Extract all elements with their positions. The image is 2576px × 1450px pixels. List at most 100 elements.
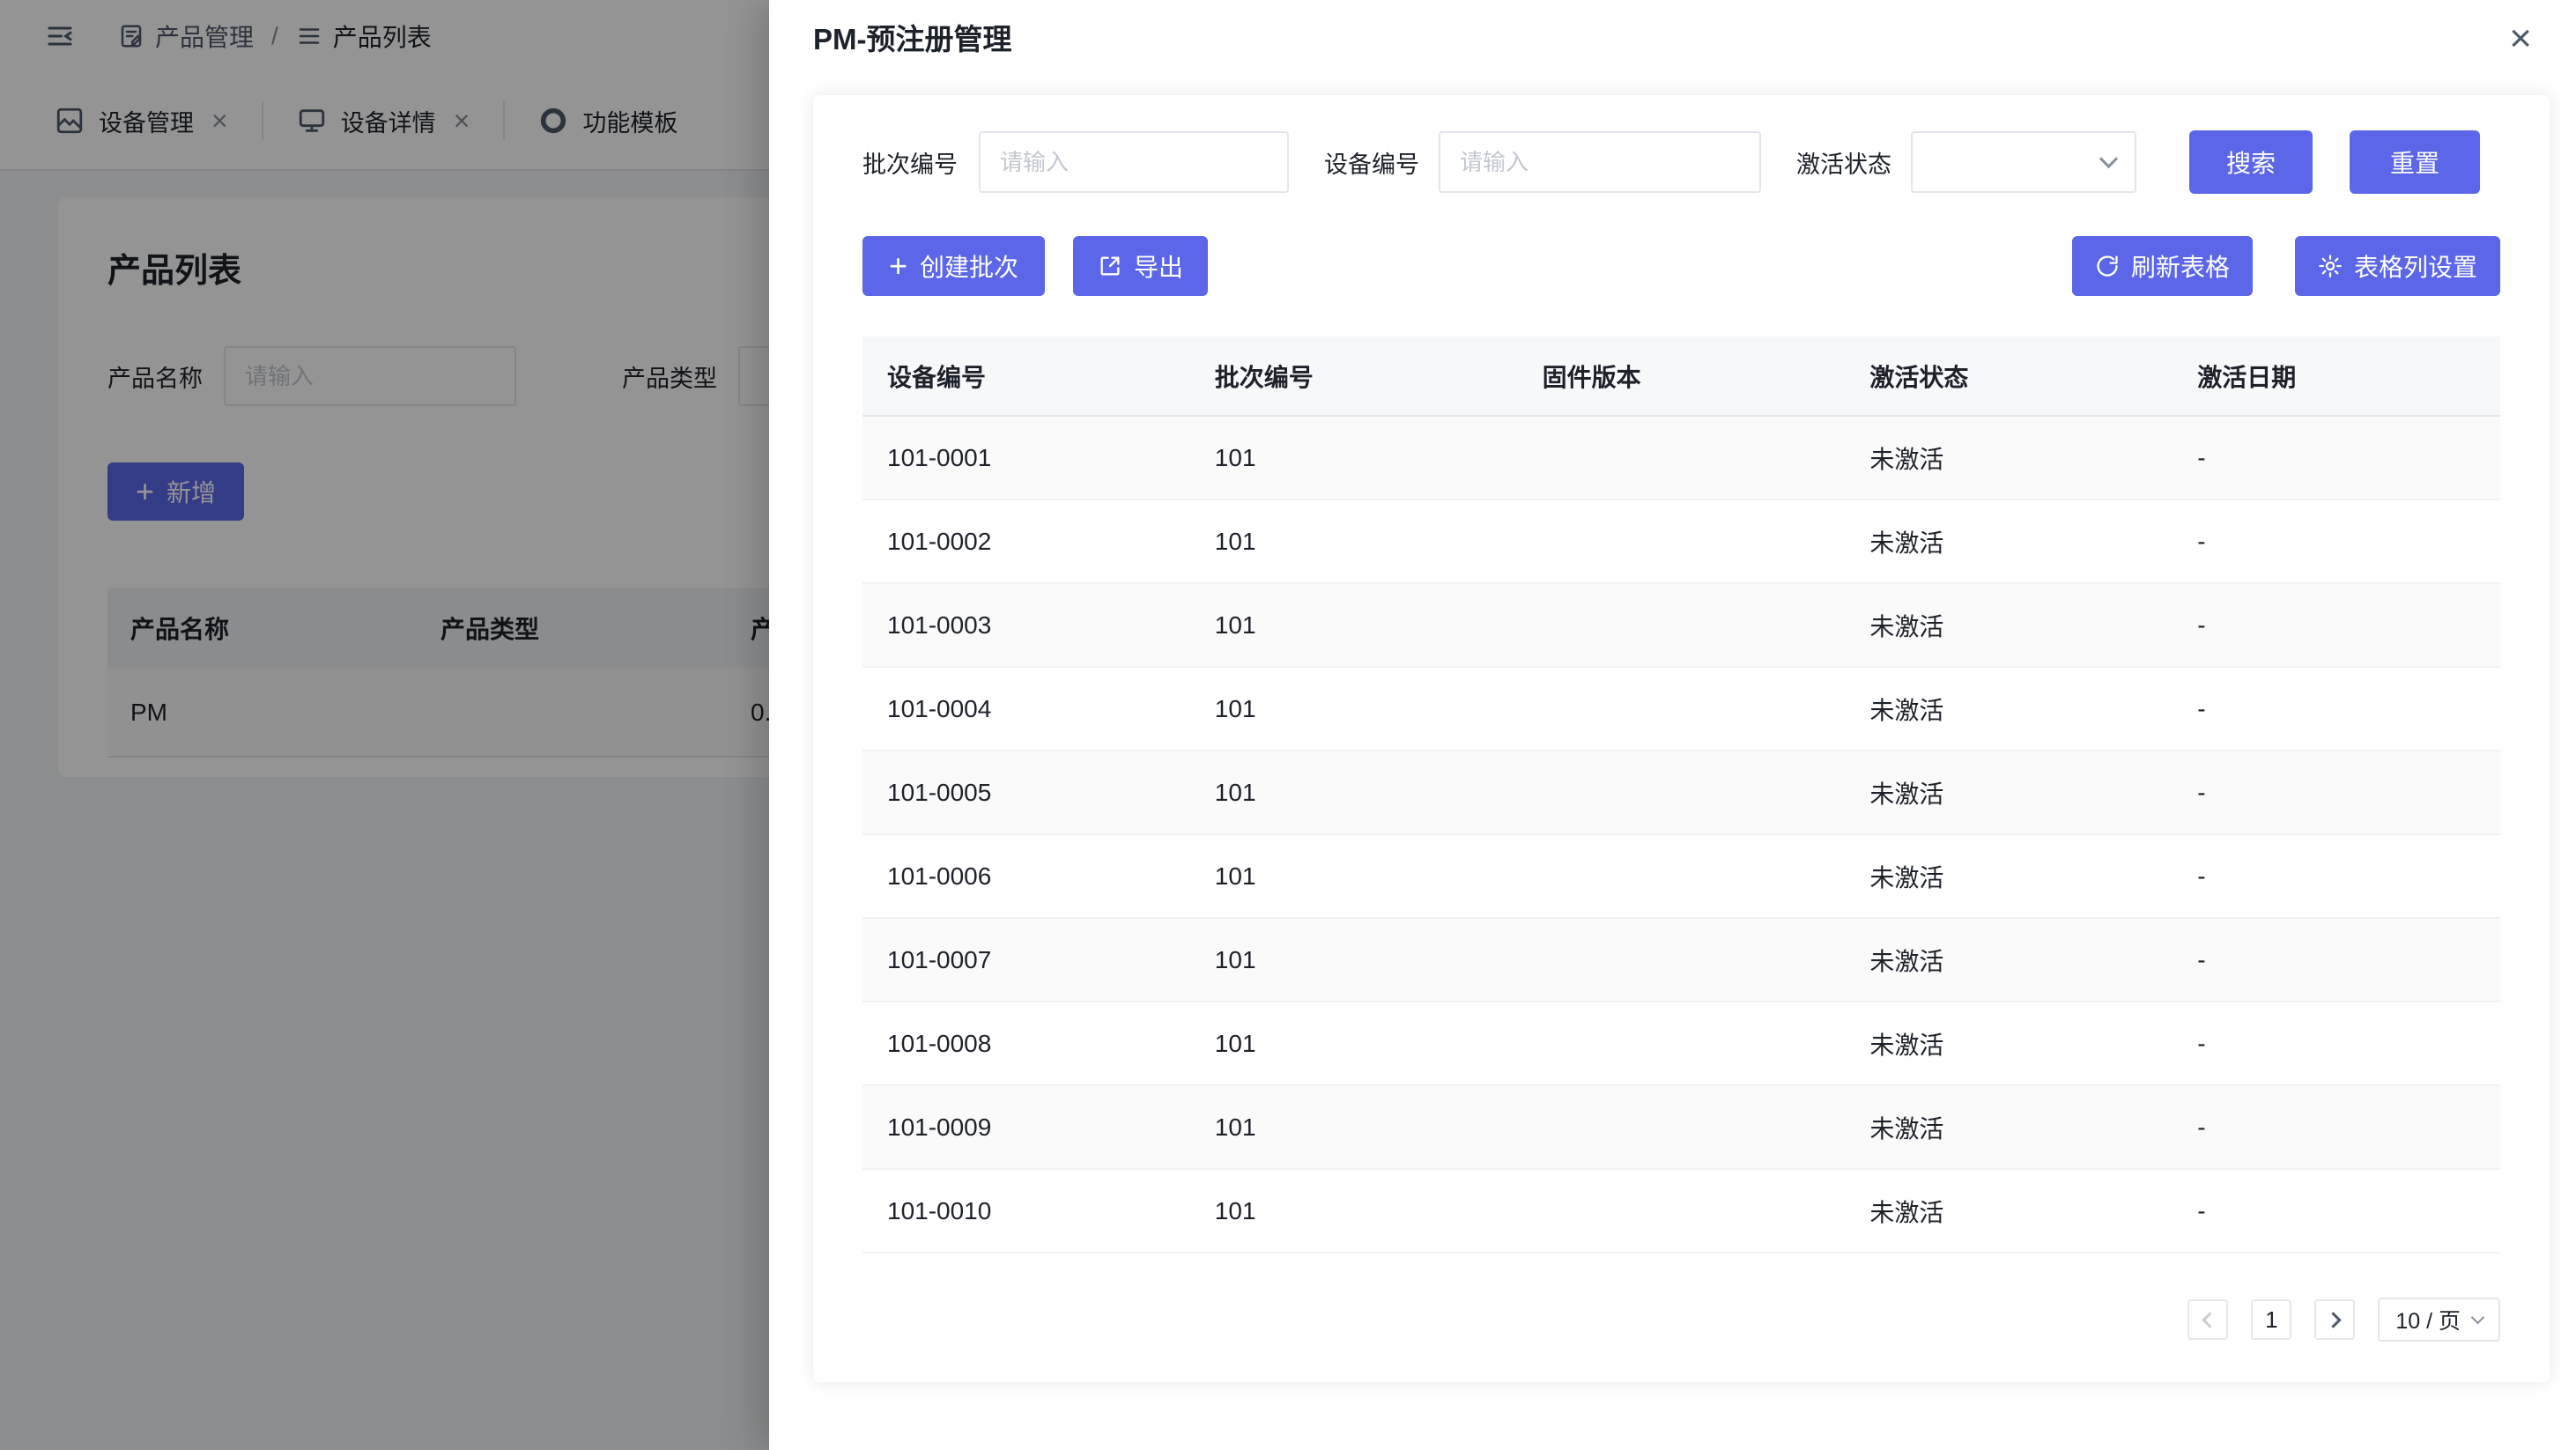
column-header: 设备编号 [862, 337, 1190, 416]
batch-number-cell: 101 [1190, 499, 1518, 583]
drawer-header: PM-预注册管理 × [769, 0, 2576, 60]
page-number-button[interactable]: 1 [2251, 1299, 2291, 1340]
firmware-version-cell [1518, 918, 1846, 1002]
table-row[interactable]: 101-0007 101 未激活 - [862, 918, 2500, 1002]
column-settings-label: 表格列设置 [2354, 248, 2477, 284]
batch-number-cell: 101 [1190, 416, 1518, 499]
activation-date-cell: - [2173, 499, 2500, 583]
activation-status-cell: 未激活 [1845, 583, 2173, 667]
device-table: 设备编号批次编号固件版本激活状态激活日期 101-0001 101 未激活 - [862, 337, 2500, 1254]
refresh-label: 刷新表格 [2131, 248, 2230, 284]
batch-number-cell: 101 [1190, 918, 1518, 1002]
activation-status-cell: 未激活 [1845, 834, 2173, 918]
gear-icon [2318, 254, 2343, 278]
activation-date-cell: - [2173, 918, 2500, 1002]
column-header: 激活日期 [2173, 337, 2500, 416]
device-number-cell: 101-0006 [862, 834, 1190, 918]
firmware-version-cell [1518, 499, 1846, 583]
chevron-left-icon [2202, 1312, 2217, 1328]
create-batch-button[interactable]: + 创建批次 [862, 236, 1045, 296]
action-row: + 创建批次 导出 刷新表格 [862, 236, 2500, 296]
device-number-cell: 101-0009 [862, 1085, 1190, 1169]
close-icon[interactable]: × [2509, 19, 2532, 58]
firmware-version-cell [1518, 751, 1846, 834]
batch-number-cell: 101 [1190, 1002, 1518, 1085]
export-label: 导出 [1134, 248, 1183, 284]
device-number-cell: 101-0010 [862, 1169, 1190, 1253]
batch-number-cell: 101 [1190, 667, 1518, 751]
drawer-title: PM-预注册管理 [813, 19, 1012, 60]
table-row[interactable]: 101-0003 101 未激活 - [862, 583, 2500, 667]
activation-date-cell: - [2173, 1169, 2500, 1253]
firmware-version-cell [1518, 1085, 1846, 1169]
table-row[interactable]: 101-0008 101 未激活 - [862, 1002, 2500, 1085]
device-number-label: 设备编号 [1324, 145, 1419, 180]
firmware-version-cell [1518, 1169, 1846, 1253]
table-row[interactable]: 101-0004 101 未激活 - [862, 667, 2500, 751]
activation-date-cell: - [2173, 1085, 2500, 1169]
activation-status-select[interactable] [1911, 131, 2136, 193]
export-button[interactable]: 导出 [1073, 236, 1208, 296]
export-icon [1098, 254, 1122, 278]
table-row[interactable]: 101-0002 101 未激活 - [862, 499, 2500, 583]
column-header: 激活状态 [1845, 337, 2173, 416]
firmware-version-cell [1518, 1002, 1846, 1085]
batch-number-cell: 101 [1190, 751, 1518, 834]
device-number-cell: 101-0005 [862, 751, 1190, 834]
column-settings-button[interactable]: 表格列设置 [2295, 236, 2500, 296]
activation-status-cell: 未激活 [1845, 1085, 2173, 1169]
plus-icon: + [889, 250, 907, 282]
reset-button[interactable]: 重置 [2350, 130, 2480, 194]
batch-number-cell: 101 [1190, 834, 1518, 918]
activation-date-cell: - [2173, 667, 2500, 751]
batch-number-cell: 101 [1190, 1169, 1518, 1253]
refresh-icon [2095, 254, 2120, 278]
activation-status-label: 激活状态 [1796, 145, 1891, 180]
device-number-cell: 101-0007 [862, 918, 1190, 1002]
firmware-version-cell [1518, 667, 1846, 751]
batch-number-cell: 101 [1190, 1085, 1518, 1169]
column-header: 固件版本 [1518, 337, 1846, 416]
table-row[interactable]: 101-0010 101 未激活 - [862, 1169, 2500, 1253]
activation-date-cell: - [2173, 1002, 2500, 1085]
activation-date-cell: - [2173, 416, 2500, 499]
table-row[interactable]: 101-0001 101 未激活 - [862, 416, 2500, 499]
activation-date-cell: - [2173, 834, 2500, 918]
activation-date-cell: - [2173, 583, 2500, 667]
activation-status-cell: 未激活 [1845, 499, 2173, 583]
table-row[interactable]: 101-0006 101 未激活 - [862, 834, 2500, 918]
chevron-down-icon [2471, 1310, 2485, 1324]
table-row[interactable]: 101-0005 101 未激活 - [862, 751, 2500, 834]
device-number-cell: 101-0001 [862, 416, 1190, 499]
batch-number-input[interactable] [979, 131, 1289, 193]
firmware-version-cell [1518, 583, 1846, 667]
page-size-value: 10 / 页 [2395, 1304, 2461, 1335]
table-row[interactable]: 101-0009 101 未激活 - [862, 1085, 2500, 1169]
device-number-cell: 101-0004 [862, 667, 1190, 751]
previous-page-button[interactable] [2187, 1299, 2228, 1340]
search-button[interactable]: 搜索 [2189, 130, 2313, 194]
device-number-cell: 101-0008 [862, 1002, 1190, 1085]
activation-status-cell: 未激活 [1845, 918, 2173, 1002]
batch-number-label: 批次编号 [862, 145, 958, 180]
chevron-right-icon [2325, 1312, 2341, 1328]
filter-row: 批次编号 设备编号 激活状态 搜索 重置 [862, 130, 2500, 194]
activation-status-cell: 未激活 [1845, 667, 2173, 751]
preregistration-drawer: PM-预注册管理 × 批次编号 设备编号 激活状态 搜索 重置 + 创建批次 [769, 0, 2576, 1450]
activation-status-cell: 未激活 [1845, 751, 2173, 834]
device-number-cell: 101-0002 [862, 499, 1190, 583]
screen: 产品管理 / 产品列表 [0, 0, 2576, 1450]
page-size-select[interactable]: 10 / 页 [2378, 1298, 2500, 1342]
device-number-cell: 101-0003 [862, 583, 1190, 667]
create-batch-label: 创建批次 [920, 248, 1018, 284]
pagination: 1 10 / 页 [862, 1298, 2500, 1342]
batch-number-cell: 101 [1190, 583, 1518, 667]
next-page-button[interactable] [2314, 1299, 2355, 1340]
activation-date-cell: - [2173, 751, 2500, 834]
activation-status-cell: 未激活 [1845, 1169, 2173, 1253]
column-header: 批次编号 [1190, 337, 1518, 416]
activation-status-cell: 未激活 [1845, 1002, 2173, 1085]
chevron-down-icon [2099, 149, 2118, 167]
device-number-input[interactable] [1439, 131, 1761, 193]
refresh-table-button[interactable]: 刷新表格 [2072, 236, 2253, 296]
